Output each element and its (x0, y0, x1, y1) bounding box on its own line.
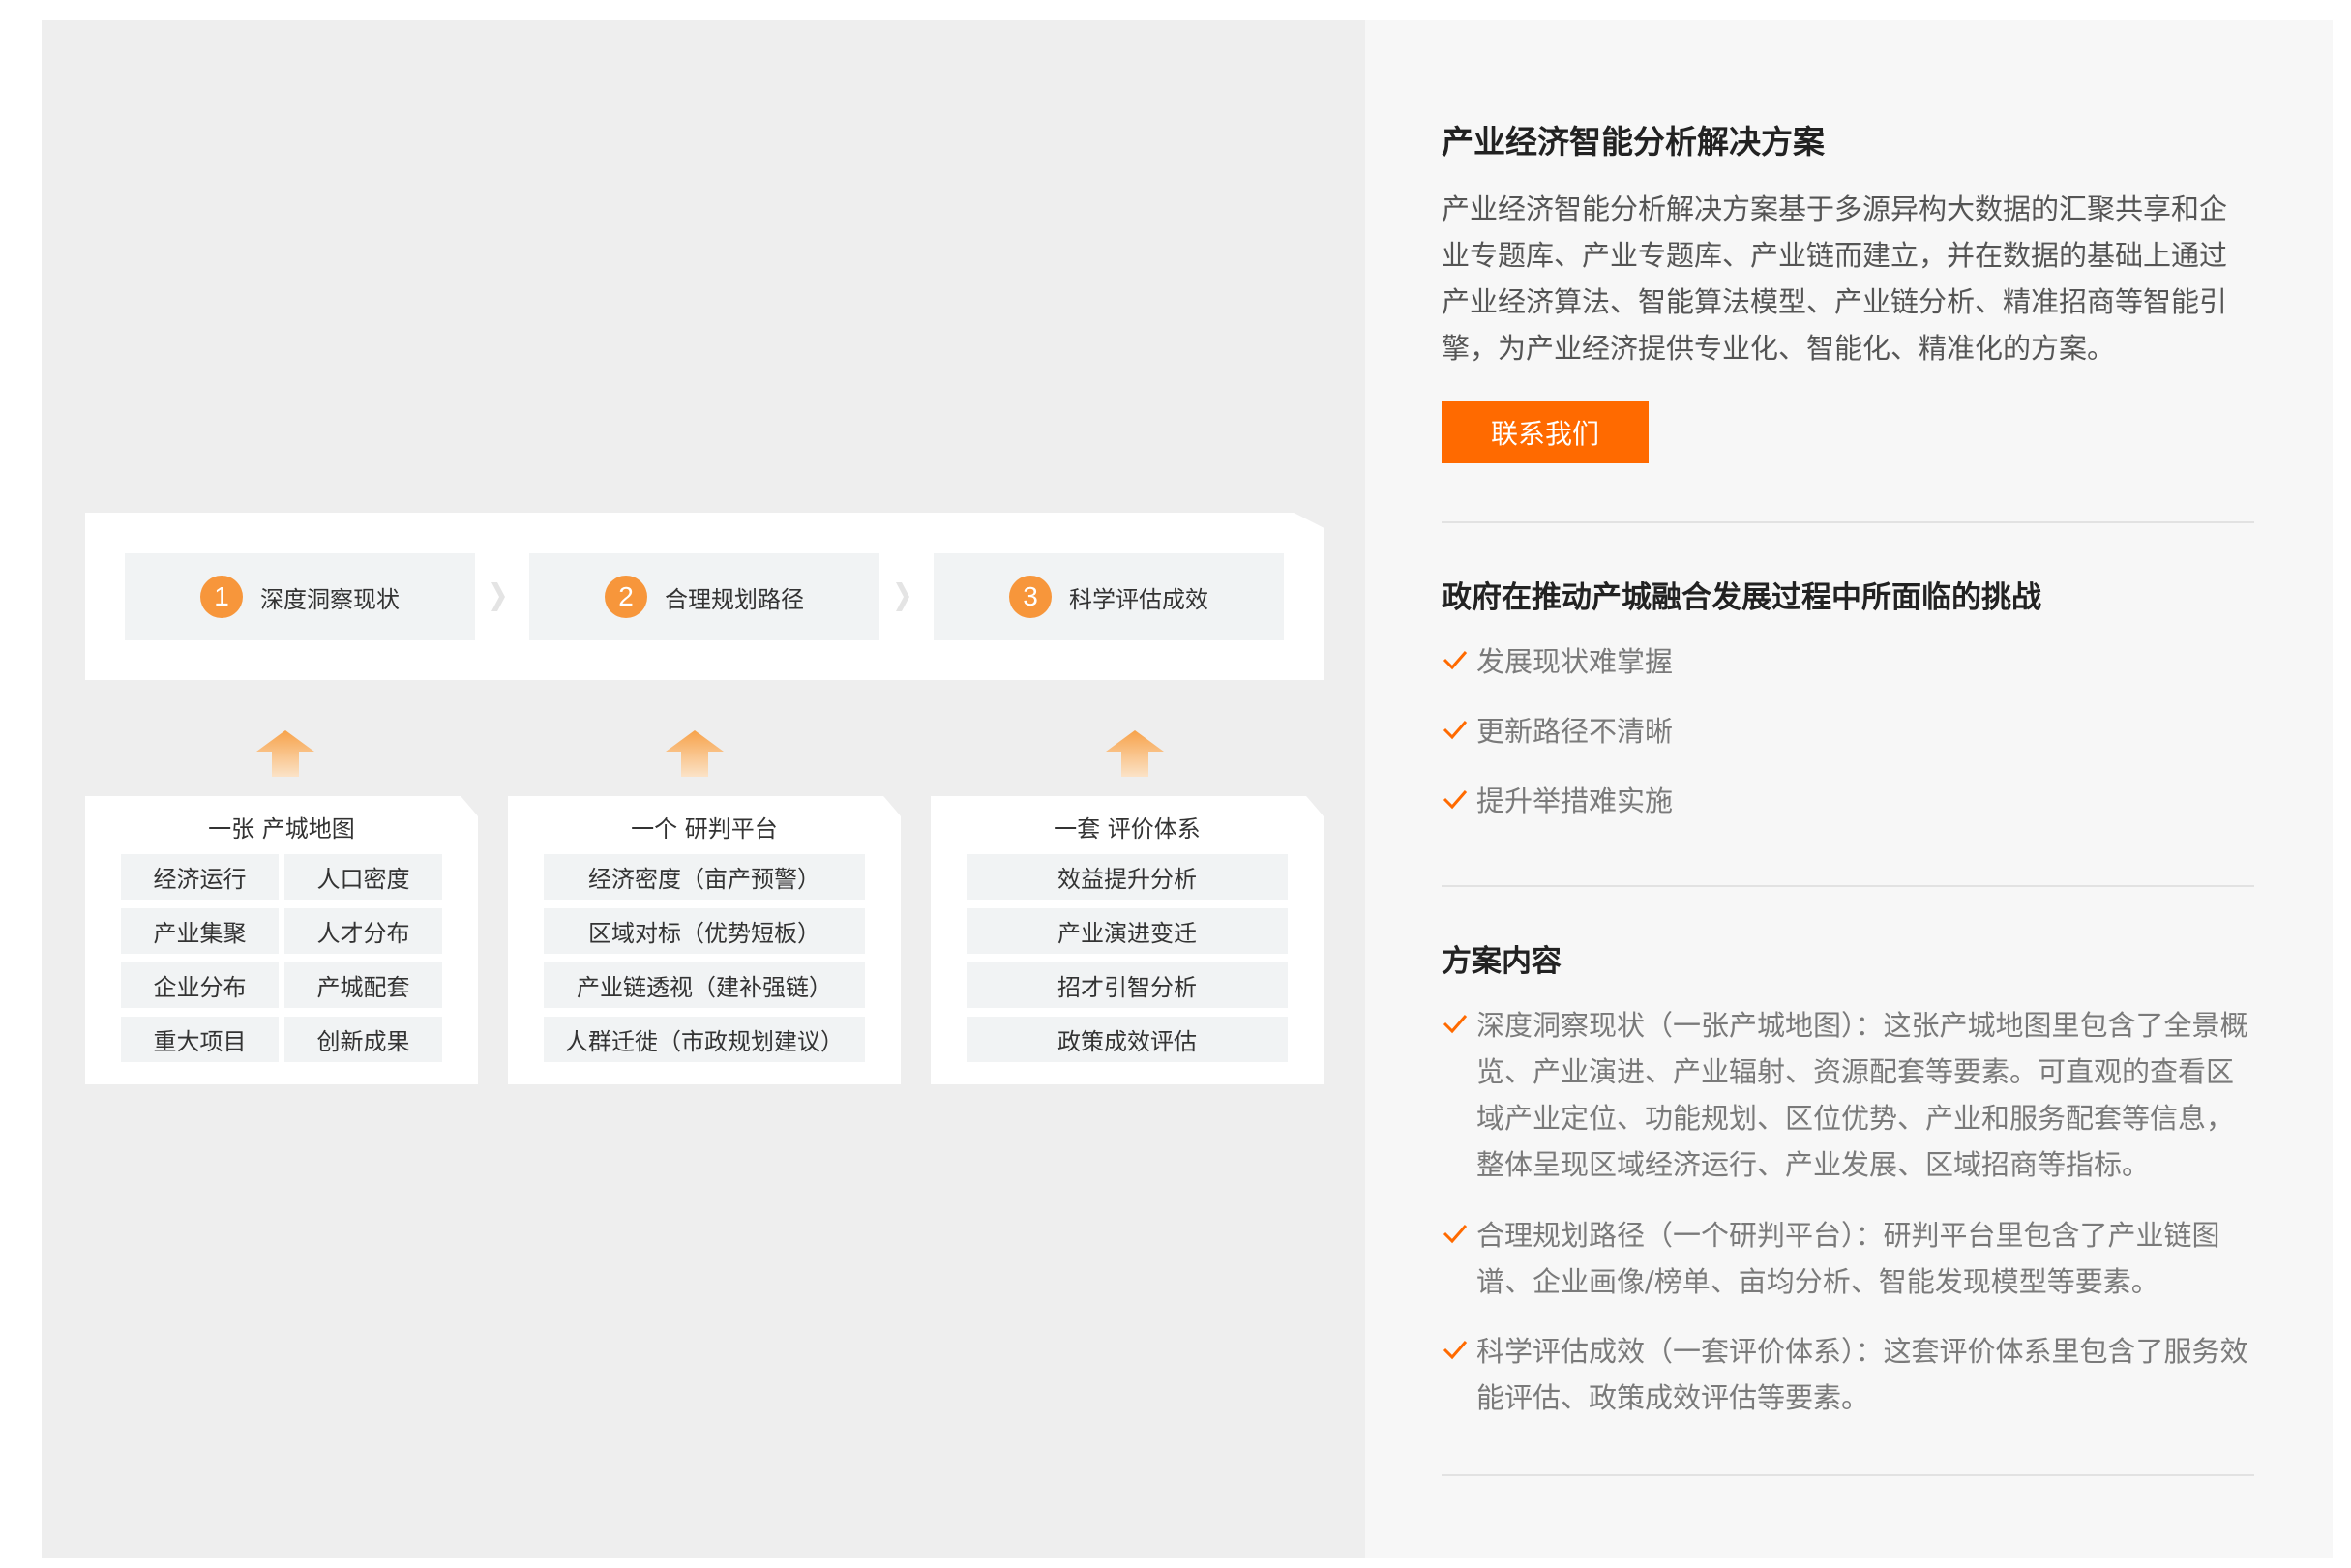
divider (1442, 885, 2254, 887)
solution-description: 产业经济智能分析解决方案基于多源异构大数据的汇聚共享和企业专题库、产业专题库、产… (1442, 192, 2228, 365)
card-title: 一套 评价体系 (1054, 815, 1201, 843)
step-number: 3 (1009, 576, 1052, 618)
content-item: 科学评估成效（一套评价体系）：这套评价体系里包含了服务效能评估、政策成效评估等要… (1442, 1328, 2254, 1421)
challenge-item: 更新路径不清晰 (1442, 708, 1673, 754)
content-text: 合理规划路径（一个研判平台）：研判平台里包含了产业链图谱、企业画像/榜单、亩均分… (1476, 1219, 2220, 1298)
challenges-title: 政府在推动产城融合发展过程中所面临的挑战 (1442, 580, 2041, 615)
step-label: 合理规划路径 (665, 585, 804, 613)
card-items: 经济运行 人口密度 产业集聚 人才分布 企业分布 产城配套 重大项目 创新成果 (121, 854, 442, 1062)
step-3: 3 科学评估成效 (934, 553, 1284, 640)
steps-bar: 1 深度洞察现状 2 合理规划路径 3 科学评估成效 (85, 513, 1324, 680)
card-item: 政策成效评估 (967, 1017, 1288, 1062)
card-items: 经济密度（亩产预警） 区域对标（优势短板） 产业链透视（建补强链） 人群迁徙（市… (544, 854, 865, 1062)
content-item: 合理规划路径（一个研判平台）：研判平台里包含了产业链图谱、企业画像/榜单、亩均分… (1442, 1212, 2254, 1305)
card-research-platform: 一个 研判平台 经济密度（亩产预警） 区域对标（优势短板） 产业链透视（建补强链… (508, 796, 901, 1084)
arrow-up-icon (256, 730, 314, 777)
challenge-text: 提升举措难实施 (1476, 784, 1674, 817)
card-item: 产城配套 (284, 962, 442, 1008)
challenge-item: 发展现状难掌握 (1442, 638, 1673, 685)
card-item: 经济密度（亩产预警） (544, 854, 865, 900)
step-1: 1 深度洞察现状 (125, 553, 475, 640)
content-text: 科学评估成效（一套评价体系）：这套评价体系里包含了服务效能评估、政策成效评估等要… (1476, 1335, 2248, 1414)
card-item: 人群迁徙（市政规划建议） (544, 1017, 865, 1062)
checkmark-icon (1443, 1225, 1468, 1244)
divider (1442, 521, 2254, 523)
divider (1442, 1474, 2254, 1476)
challenge-text: 更新路径不清晰 (1476, 715, 1674, 748)
card-item: 招才引智分析 (967, 962, 1288, 1008)
card-title: 一个 研判平台 (631, 815, 778, 843)
solution-title: 产业经济智能分析解决方案 (1442, 123, 1825, 161)
step-label: 科学评估成效 (1069, 585, 1208, 613)
card-item: 产业集聚 (121, 908, 279, 954)
card-item: 效益提升分析 (967, 854, 1288, 900)
card-item: 经济运行 (121, 854, 279, 900)
card-item: 人口密度 (284, 854, 442, 900)
card-title: 一张 产城地图 (208, 815, 355, 843)
chevron-right-icon (896, 582, 909, 611)
card-item: 企业分布 (121, 962, 279, 1008)
checkmark-icon (1443, 1015, 1468, 1034)
challenge-item: 提升举措难实施 (1442, 778, 1673, 824)
arrow-up-icon (666, 730, 724, 777)
card-item: 产业链透视（建补强链） (544, 962, 865, 1008)
card-item: 区域对标（优势短板） (544, 908, 865, 954)
content-item: 深度洞察现状（一张产城地图）：这张产城地图里包含了全景概览、产业演进、产业辐射、… (1442, 1002, 2254, 1188)
challenge-text: 发展现状难掌握 (1476, 645, 1674, 678)
checkmark-icon (1443, 1341, 1468, 1360)
card-item: 创新成果 (284, 1017, 442, 1062)
content-text: 深度洞察现状（一张产城地图）：这张产城地图里包含了全景概览、产业演进、产业辐射、… (1476, 1009, 2248, 1181)
step-label: 深度洞察现状 (260, 585, 400, 613)
diagram-panel: 1 深度洞察现状 2 合理规划路径 3 科学评估成效 一张 产城地图 经济运行 (42, 20, 1365, 1558)
card-item: 产业演进变迁 (967, 908, 1288, 954)
checkmark-icon (1443, 651, 1468, 670)
card-evaluation-system: 一套 评价体系 效益提升分析 产业演进变迁 招才引智分析 政策成效评估 (931, 796, 1324, 1084)
content-title: 方案内容 (1442, 944, 1562, 979)
card-items: 效益提升分析 产业演进变迁 招才引智分析 政策成效评估 (967, 854, 1288, 1062)
checkmark-icon (1443, 790, 1468, 810)
card-item: 人才分布 (284, 908, 442, 954)
step-number: 1 (200, 576, 243, 618)
arrow-up-icon (1106, 730, 1164, 777)
contact-button[interactable]: 联系我们 (1442, 401, 1649, 463)
chevron-right-icon (491, 582, 505, 611)
step-2: 2 合理规划路径 (529, 553, 879, 640)
card-industry-map: 一张 产城地图 经济运行 人口密度 产业集聚 人才分布 企业分布 产城配套 重大… (85, 796, 478, 1084)
card-item: 重大项目 (121, 1017, 279, 1062)
step-number: 2 (605, 576, 647, 618)
checkmark-icon (1443, 721, 1468, 740)
